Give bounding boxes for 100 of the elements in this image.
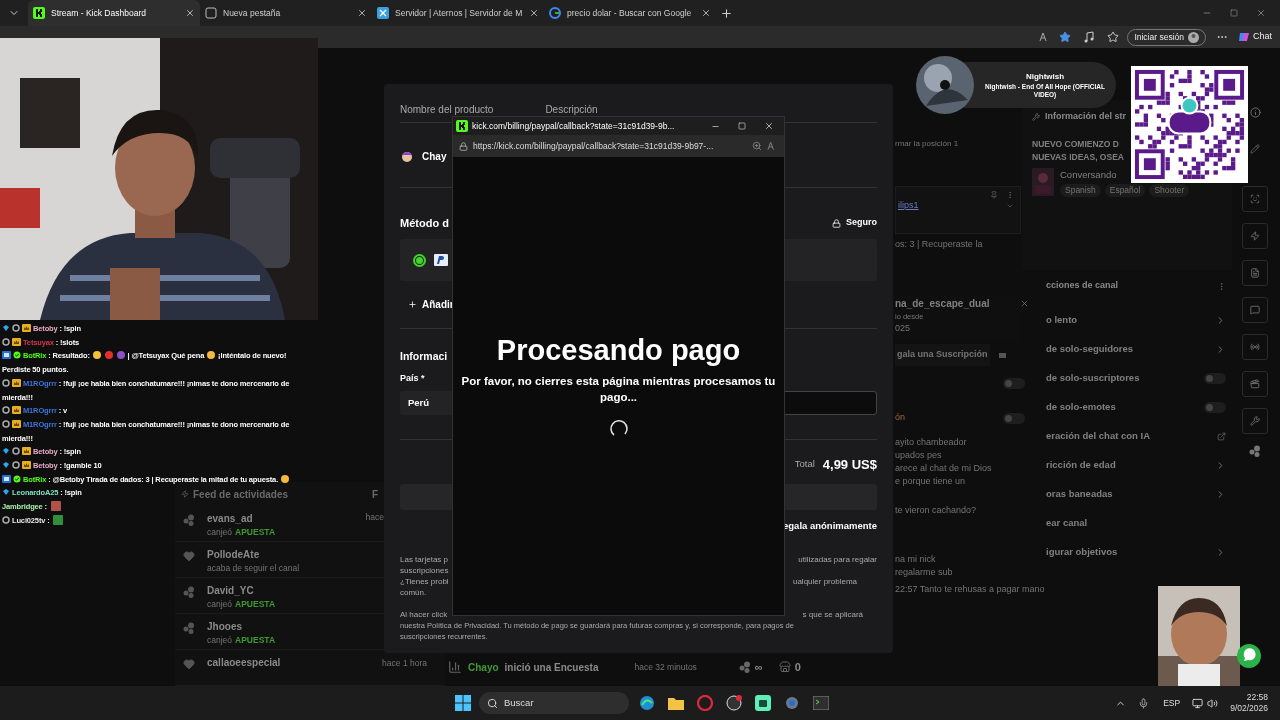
gem-badge-icon	[2, 488, 10, 497]
crown-badge-icon	[12, 419, 21, 428]
add-icon	[408, 299, 417, 309]
note-text: utilizadas para regalar	[798, 553, 877, 565]
pinned-link[interactable]: ilips1	[898, 199, 919, 213]
opera-icon[interactable]	[697, 695, 713, 711]
chat-icon	[1250, 305, 1260, 315]
action-label: de solo-seguidores	[1046, 342, 1134, 357]
obs-icon[interactable]	[726, 695, 742, 711]
section-title: Informaci	[400, 349, 448, 364]
channel-action-item[interactable]: oras baneadas	[1046, 480, 1226, 509]
channel-action-item[interactable]: igurar objetivos	[1046, 538, 1226, 567]
robot-badge-icon	[2, 474, 11, 483]
pin-icon[interactable]	[990, 191, 998, 199]
copilot-chat-button[interactable]: Chat	[1238, 30, 1272, 44]
tag-chip[interactable]: Spanish	[1060, 183, 1101, 197]
feed-action: canjeó	[207, 598, 233, 611]
gear-icon[interactable]	[784, 695, 800, 711]
toggle-switch[interactable]	[1003, 412, 1025, 424]
maximize-icon[interactable]	[738, 122, 746, 130]
app-icon[interactable]	[755, 695, 771, 711]
browser-tab[interactable]: Servidor | Aternos | Servidor de M	[372, 0, 544, 26]
folder-icon[interactable]	[668, 696, 684, 710]
wrench-icon	[1032, 112, 1040, 121]
terminal-icon[interactable]	[813, 696, 829, 710]
browser-tab[interactable]: precio dolar - Buscar con Google	[544, 0, 716, 26]
toggle-switch[interactable]	[1003, 377, 1025, 389]
store-icon	[778, 661, 791, 673]
toggle-switch[interactable]	[1204, 402, 1226, 413]
radio-button[interactable]	[413, 253, 426, 267]
favorite-star-icon[interactable]	[1059, 31, 1072, 43]
edge-browser-icon[interactable]	[639, 695, 655, 711]
zoom-icon[interactable]	[752, 141, 762, 151]
google-icon	[549, 7, 561, 19]
feed-time: hace	[365, 511, 384, 524]
windows-start-icon[interactable]	[455, 695, 471, 711]
info-icon[interactable]	[1249, 107, 1261, 118]
feed-action: canjeó	[207, 634, 233, 647]
check-badge-icon	[13, 474, 21, 483]
close-tab-icon[interactable]	[357, 8, 367, 18]
channel-action-item[interactable]: de solo-seguidores	[1046, 335, 1226, 364]
channel-action-item[interactable]: o lento	[1046, 306, 1226, 335]
close-icon[interactable]	[1256, 8, 1266, 18]
secure-label: Seguro	[846, 216, 877, 230]
microphone-icon[interactable]	[1138, 697, 1150, 709]
channel-action-item[interactable]: ricción de edad	[1046, 451, 1226, 480]
channel-action-item[interactable]: de solo-emotes	[1046, 393, 1226, 422]
channel-action-item[interactable]: de solo-suscriptores	[1046, 364, 1226, 393]
network-icon[interactable]	[1192, 697, 1204, 709]
setting-label: ón	[895, 411, 905, 425]
close-tab-icon[interactable]	[185, 8, 195, 18]
close-tab-icon[interactable]	[701, 8, 711, 18]
toggle-switch[interactable]	[1204, 373, 1226, 384]
browser-tab[interactable]: Nueva pestaña	[200, 0, 372, 26]
points-icon	[183, 586, 195, 598]
pencil-icon[interactable]	[1250, 144, 1260, 154]
toolbar-button[interactable]	[1242, 334, 1268, 360]
lock-icon	[459, 141, 468, 151]
new-tab-icon[interactable]	[720, 6, 733, 20]
toolbar-button[interactable]	[1242, 297, 1268, 323]
browser-tab[interactable]: Stream - Kick Dashboard	[28, 0, 200, 26]
toolbar-button[interactable]	[1242, 260, 1268, 286]
music-note-icon[interactable]	[1083, 31, 1096, 43]
tag-chip[interactable]: Español	[1104, 183, 1146, 197]
points-icon[interactable]	[1249, 445, 1261, 457]
volume-icon[interactable]	[1207, 697, 1219, 709]
taskbar-search-field[interactable]: Buscar	[479, 692, 629, 714]
reward-name: APUESTA	[235, 598, 276, 611]
robot-badge-icon	[2, 351, 11, 360]
toolbar-button[interactable]	[1242, 223, 1268, 249]
close-icon[interactable]	[764, 121, 774, 131]
gift-subscription-button[interactable]: gala una Suscripción	[895, 343, 990, 366]
clock-time[interactable]: 22:58	[1246, 692, 1268, 703]
crown-badge-icon	[12, 378, 21, 387]
toolbar-button[interactable]	[1242, 186, 1268, 212]
language-indicator[interactable]: ESP	[1163, 696, 1181, 710]
window-title: kick.com/billing/paypal/callback?state=31c91d39-9b...	[472, 119, 675, 133]
channel-action-item[interactable]: ear canal	[1046, 509, 1226, 538]
product-name: Chay	[422, 149, 447, 164]
page-icon	[205, 7, 217, 19]
wrench-icon	[1250, 416, 1260, 426]
crown-badge-icon	[12, 406, 21, 415]
tag-chip[interactable]: Shooter	[1149, 183, 1190, 197]
stream-title: NUEVAS IDEAS, OSEA	[1032, 150, 1124, 164]
close-tab-icon[interactable]	[529, 8, 539, 18]
note-text: ¿Tienes probl	[400, 575, 449, 587]
add-payment-link[interactable]: Añadir	[422, 296, 454, 312]
maximize-icon[interactable]	[1230, 9, 1238, 17]
toolbar-button[interactable]	[1242, 371, 1268, 397]
clock-date[interactable]: 9/02/2026	[1230, 703, 1268, 714]
chat-hint: rmar la posición 1	[895, 138, 959, 150]
broadcast-icon	[1250, 342, 1260, 352]
action-label: ricción de edad	[1046, 458, 1116, 473]
toolbar-button[interactable]	[1242, 408, 1268, 434]
stat-value: 0	[794, 659, 801, 675]
gift-icon[interactable]	[997, 350, 1007, 359]
favorites-icon[interactable]	[1107, 31, 1120, 43]
channel-action-item[interactable]: eración del chat con IA	[1046, 422, 1226, 451]
chat-bubble-icon	[1236, 643, 1262, 669]
avatar-icon	[400, 149, 414, 163]
